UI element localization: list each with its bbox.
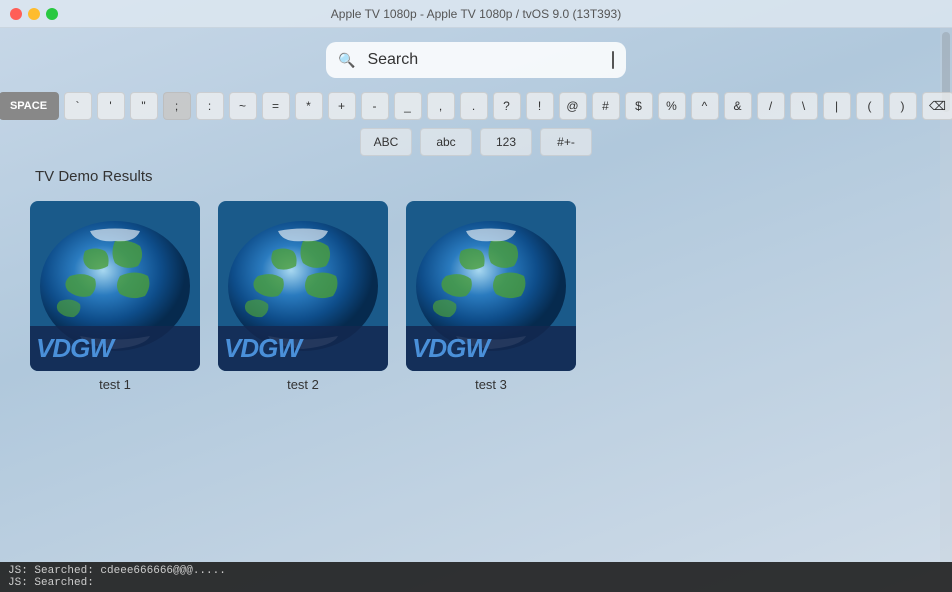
result-thumbnail-2: VDGW — [218, 201, 388, 371]
key-dollar[interactable]: $ — [625, 92, 653, 120]
key-backslash[interactable]: \ — [790, 92, 818, 120]
result-item-2[interactable]: VDGW test 2 — [218, 201, 388, 392]
key-slash[interactable]: / — [757, 92, 785, 120]
result-label-1: test 1 — [99, 377, 131, 392]
tab-abc-upper[interactable]: ABC — [360, 128, 412, 156]
result-thumbnail-3: VDGW — [406, 201, 576, 371]
window-controls — [10, 8, 58, 20]
channel-bar-3: VDGW — [406, 326, 576, 371]
result-label-3: test 3 — [475, 377, 507, 392]
keyboard-area: SPACE ` ' " ; : ~ = * + - _ , . ? ! @ # … — [0, 92, 952, 156]
key-percent[interactable]: % — [658, 92, 686, 120]
space-key[interactable]: SPACE — [0, 92, 59, 120]
search-label: Search — [367, 51, 606, 69]
search-icon: 🔍 — [338, 52, 355, 69]
key-caret[interactable]: ^ — [691, 92, 719, 120]
key-apostrophe[interactable]: ' — [97, 92, 125, 120]
key-quote[interactable]: " — [130, 92, 158, 120]
tab-symbols[interactable]: #+- — [540, 128, 592, 156]
minimize-button[interactable] — [28, 8, 40, 20]
key-tilde[interactable]: ~ — [229, 92, 257, 120]
channel-bar-1: VDGW — [30, 326, 200, 371]
key-rparen[interactable]: ) — [889, 92, 917, 120]
channel-text-3: VDGW — [412, 333, 489, 364]
key-underscore[interactable]: _ — [394, 92, 422, 120]
key-plus[interactable]: + — [328, 92, 356, 120]
search-bar[interactable]: 🔍 Search — [326, 42, 626, 78]
result-item-3[interactable]: VDGW test 3 — [406, 201, 576, 392]
key-period[interactable]: . — [460, 92, 488, 120]
result-thumbnail-1: VDGW — [30, 201, 200, 371]
maximize-button[interactable] — [46, 8, 58, 20]
tab-123[interactable]: 123 — [480, 128, 532, 156]
channel-text-1: VDGW — [36, 333, 113, 364]
result-item-1[interactable]: VDGW test 1 — [30, 201, 200, 392]
window-title: Apple TV 1080p - Apple TV 1080p / tvOS 9… — [331, 7, 621, 21]
status-line-2: JS: Searched: — [8, 577, 944, 589]
result-label-2: test 2 — [287, 377, 319, 392]
channel-text-2: VDGW — [224, 333, 301, 364]
key-semicolon[interactable]: ; — [163, 92, 191, 120]
key-lparen[interactable]: ( — [856, 92, 884, 120]
tab-abc-lower[interactable]: abc — [420, 128, 472, 156]
search-cursor — [612, 51, 614, 69]
key-exclaim[interactable]: ! — [526, 92, 554, 120]
key-at[interactable]: @ — [559, 92, 587, 120]
key-comma[interactable]: , — [427, 92, 455, 120]
main-content: 🔍 Search SPACE ` ' " ; : ~ = * + - _ , .… — [0, 28, 952, 562]
key-ampersand[interactable]: & — [724, 92, 752, 120]
keyboard-row-symbols: SPACE ` ' " ; : ~ = * + - _ , . ? ! @ # … — [0, 92, 952, 120]
status-line-1: JS: Searched: cdeee666666@@@..... — [8, 565, 944, 577]
key-colon[interactable]: : — [196, 92, 224, 120]
status-bar: JS: Searched: cdeee666666@@@..... JS: Se… — [0, 562, 952, 592]
titlebar: Apple TV 1080p - Apple TV 1080p / tvOS 9… — [0, 0, 952, 28]
results-title-text: TV Demo Results — [35, 168, 153, 185]
close-button[interactable] — [10, 8, 22, 20]
key-asterisk[interactable]: * — [295, 92, 323, 120]
key-equals[interactable]: = — [262, 92, 290, 120]
results-grid: VDGW test 1 — [30, 201, 922, 392]
results-section: TV Demo Results — [0, 168, 952, 392]
results-title: TV Demo Results — [30, 168, 922, 185]
key-backtick[interactable]: ` — [64, 92, 92, 120]
key-hash[interactable]: # — [592, 92, 620, 120]
channel-bar-2: VDGW — [218, 326, 388, 371]
key-pipe[interactable]: | — [823, 92, 851, 120]
delete-key[interactable]: ⌫ — [922, 92, 952, 120]
key-minus[interactable]: - — [361, 92, 389, 120]
keyboard-tab-row: ABC abc 123 #+- — [360, 128, 592, 156]
key-question[interactable]: ? — [493, 92, 521, 120]
